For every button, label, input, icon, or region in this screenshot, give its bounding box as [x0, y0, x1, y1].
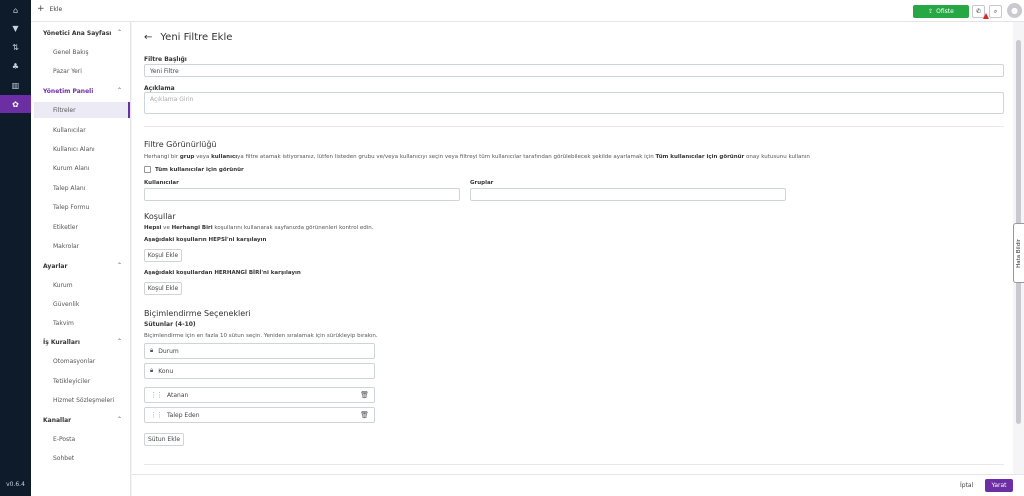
add-condition-all-button[interactable]: Koşul Ekle	[144, 249, 182, 262]
any-conditions-label: Aşağıdaki koşullardan HERHANGİ BİRİ'ni k…	[144, 270, 301, 276]
add-tab-button[interactable]: + Ekle	[37, 5, 62, 14]
section-channels[interactable]: Kanallar	[43, 417, 71, 424]
users-label: Kullanıcılar	[144, 180, 179, 186]
back-arrow-icon[interactable]: ←	[144, 32, 152, 43]
column-name: Konu	[158, 367, 174, 375]
chart-icon[interactable]: ▥	[0, 76, 31, 94]
add-column-button[interactable]: Sütun Ekle	[144, 433, 184, 446]
sidebar-item-slas[interactable]: Hizmet Sözleşmeleri	[53, 397, 114, 404]
page-title-text: Yeni Filtre Ekle	[160, 32, 233, 43]
column-row-locked: 🔒︎ Durum	[144, 343, 375, 359]
column-name: Talep Eden	[167, 411, 200, 419]
filter-title-label: Filtre Başlığı	[144, 56, 187, 63]
user-icon: ●	[1011, 6, 1018, 15]
sidebar-item-email[interactable]: E-Posta	[53, 436, 75, 443]
sidebar-item-filters[interactable]: Filtreler	[53, 107, 76, 114]
avatar[interactable]: ●	[1007, 3, 1022, 18]
drag-handle-icon[interactable]: ⋮⋮	[150, 391, 163, 399]
column-name: Durum	[158, 347, 179, 355]
sidebar-item-user-field[interactable]: Kullanıcı Alanı	[53, 146, 95, 153]
report-bug-tab[interactable]: Hata Bildir	[1013, 223, 1024, 283]
visibility-heading: Filtre Görünürlüğü	[144, 140, 217, 149]
section-business-rules[interactable]: İş Kuralları	[43, 339, 80, 346]
section-admin-home[interactable]: Yönetici Ana Sayfası	[43, 30, 111, 37]
admin-sidebar: Yönetici Ana Sayfası ⌃ Genel Bakış Pazar…	[31, 22, 131, 496]
sidebar-item-overview[interactable]: Genel Bakış	[53, 49, 88, 56]
gear-icon[interactable]: ✿	[0, 95, 31, 113]
section-settings[interactable]: Ayarlar	[43, 263, 67, 270]
page-title: ← Yeni Filtre Ekle	[144, 32, 232, 43]
divider	[144, 464, 1004, 465]
form-footer: İptal Yarat	[132, 474, 1024, 496]
report-bug-label: Hata Bildir	[1016, 238, 1022, 268]
version-label: v0.6.4	[6, 481, 25, 488]
chevron-up-icon[interactable]: ⌃	[117, 416, 122, 423]
sidebar-item-ticket-field[interactable]: Talep Alanı	[53, 185, 85, 192]
sidebar-item-org-field[interactable]: Kurum Alanı	[53, 165, 89, 172]
groups-select[interactable]	[470, 188, 786, 201]
sidebar-item-tags[interactable]: Etiketler	[53, 224, 78, 231]
add-tab-label: Ekle	[49, 6, 63, 13]
users-select[interactable]	[144, 188, 460, 201]
filter-icon[interactable]: ▼	[0, 19, 31, 37]
visible-all-label: Tüm kullanıcılar için görünür	[155, 167, 244, 173]
column-row-locked: 🔒︎ Konu	[144, 363, 375, 379]
sidebar-item-triggers[interactable]: Tetikleyiciler	[53, 378, 90, 385]
formatting-heading: Biçimlendirme Seçenekleri	[144, 309, 251, 318]
conditions-heading: Koşullar	[144, 212, 176, 221]
phone-icon: ✆	[975, 8, 982, 15]
columns-help: Biçimlendirme için en fazla 10 sütun seç…	[144, 333, 378, 339]
divider	[144, 126, 1004, 127]
groups-label: Gruplar	[470, 180, 494, 186]
all-conditions-label: Aşağıdaki koşulların HEPSİ'ni karşılayın	[144, 237, 267, 243]
active-item-highlight	[34, 102, 130, 118]
search-button[interactable]: ⌕	[989, 5, 1002, 18]
chevron-up-icon[interactable]: ⌃	[117, 29, 122, 36]
nav-rail: ⌂ ▼ ⇅ ♣ ▥ ✿ v0.6.4	[0, 0, 31, 496]
sidebar-item-macros[interactable]: Makrolar	[53, 243, 79, 250]
create-button[interactable]: Yarat	[985, 479, 1013, 492]
top-bar: + Ekle ⇪ Ofiste ✆ ⌕ ●	[31, 0, 1024, 22]
status-button[interactable]: ⇪ Ofiste	[913, 5, 969, 18]
lock-icon: 🔒︎	[150, 367, 154, 374]
conditions-help: Hepsi ve Herhangi Biri koşullarını kulla…	[144, 225, 374, 231]
visibility-help: Herhangi bir grup veya kullanıcıya filtr…	[144, 154, 810, 160]
sidebar-item-marketplace[interactable]: Pazar Yeri	[53, 68, 82, 75]
sidebar-item-users[interactable]: Kullanıcılar	[53, 127, 86, 134]
drag-handle-icon[interactable]: ⋮⋮	[150, 411, 163, 419]
filter-form: ← Yeni Filtre Ekle Filtre Başlığı Yeni F…	[132, 22, 1013, 474]
org-icon[interactable]: ♣	[0, 57, 31, 75]
home-icon[interactable]: ⌂	[0, 1, 31, 19]
upload-icon: ⇪	[928, 8, 934, 15]
chevron-up-icon[interactable]: ⌃	[117, 262, 122, 269]
sidebar-item-organization[interactable]: Kurum	[53, 282, 73, 289]
search-icon: ⌕	[993, 7, 998, 15]
sidebar-item-chat[interactable]: Sohbet	[53, 455, 74, 462]
sidebar-item-ticket-form[interactable]: Talep Formu	[53, 204, 89, 211]
sidebar-item-security[interactable]: Güvenlik	[53, 301, 79, 308]
column-row[interactable]: ⋮⋮ Atanan 🗑︎	[144, 387, 375, 403]
add-condition-any-button[interactable]: Koşul Ekle	[144, 282, 182, 295]
description-textarea[interactable]: Açıklama Girin	[144, 92, 1004, 114]
trash-icon[interactable]: 🗑︎	[360, 391, 369, 399]
sort-icon[interactable]: ⇅	[0, 38, 31, 56]
description-label: Açıklama	[144, 85, 175, 92]
sidebar-item-calendar[interactable]: Takvim	[53, 320, 74, 327]
visible-all-checkbox[interactable]	[144, 166, 151, 173]
sidebar-item-automations[interactable]: Otomasyonlar	[53, 358, 95, 365]
status-label: Ofiste	[936, 8, 954, 15]
plus-icon: +	[37, 4, 45, 14]
chevron-up-icon[interactable]: ⌃	[117, 87, 122, 94]
section-admin-panel[interactable]: Yönetim Paneli	[43, 88, 93, 95]
column-name: Atanan	[167, 391, 189, 399]
filter-title-input[interactable]: Yeni Filtre	[144, 64, 1004, 77]
trash-icon[interactable]: 🗑︎	[360, 411, 369, 419]
column-row[interactable]: ⋮⋮ Talep Eden 🗑︎	[144, 407, 375, 423]
columns-label: Sütunlar (4-10)	[144, 321, 196, 328]
cancel-button[interactable]: İptal	[960, 482, 973, 489]
chevron-up-icon[interactable]: ⌃	[117, 338, 122, 345]
lock-icon: 🔒︎	[150, 347, 154, 354]
